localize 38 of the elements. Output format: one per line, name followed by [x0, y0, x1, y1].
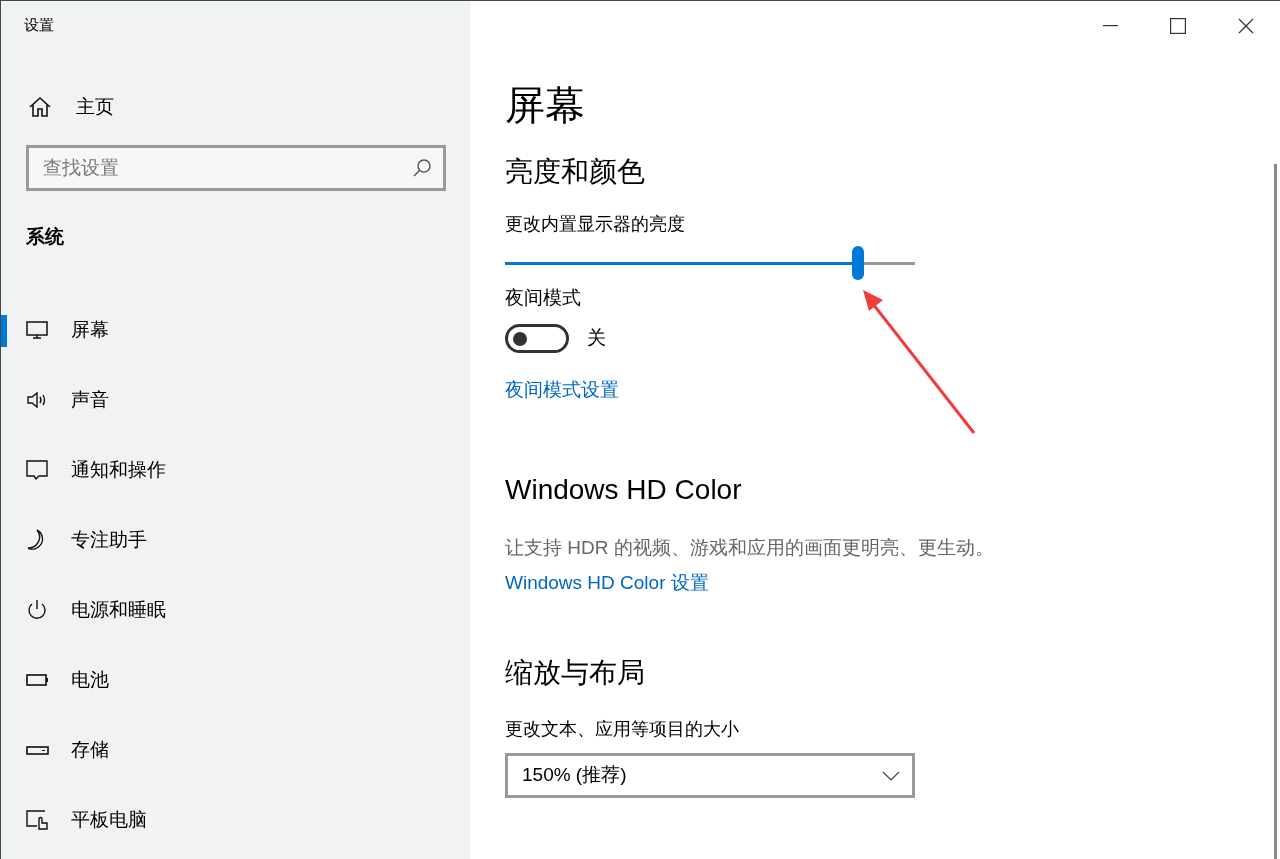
- hd-color-settings-link[interactable]: Windows HD Color 设置: [505, 569, 709, 597]
- search-field[interactable]: 查找设置: [26, 144, 446, 191]
- speech-bubble-icon: [25, 458, 49, 482]
- power-icon: [25, 598, 49, 622]
- description-text: 让支持 HDR 的视频、游戏和应用的画面更明亮、更生动。: [505, 536, 994, 560]
- nav-item[interactable]: 电池: [1, 645, 470, 715]
- section-heading: 系统: [26, 224, 64, 249]
- nav-item[interactable]: 存储: [1, 715, 470, 785]
- maximize-icon: [1170, 18, 1186, 34]
- home-icon: [28, 96, 52, 119]
- setting-label: 夜间模式: [505, 286, 581, 310]
- slider-thumb[interactable]: [851, 246, 864, 280]
- monitor-icon: [25, 318, 49, 342]
- dropdown-label: 更改文本、应用等项目的大小: [505, 718, 739, 741]
- nav-item[interactable]: 声音: [1, 365, 470, 435]
- chevron-down-icon: [882, 770, 900, 781]
- search-icon: [412, 157, 432, 178]
- toggle-switch[interactable]: [505, 324, 569, 353]
- nav-item[interactable]: 屏幕: [1, 295, 470, 365]
- window-title: 设置: [24, 15, 54, 35]
- page-title: 屏幕: [505, 82, 585, 129]
- slider-label: 更改内置显示器的亮度: [505, 213, 685, 236]
- tablet-icon: [25, 808, 49, 832]
- scrollbar[interactable]: [1274, 164, 1277, 859]
- night-light-settings-link[interactable]: 夜间模式设置: [505, 376, 619, 404]
- section-heading: 缩放与布局: [505, 656, 645, 690]
- scale-dropdown[interactable]: 150% (推荐): [505, 753, 915, 798]
- toggle-state: 关: [587, 326, 606, 351]
- section-heading: 亮度和颜色: [505, 155, 645, 189]
- nav-item[interactable]: 通知和操作: [1, 435, 470, 505]
- nav-item[interactable]: 平板电脑: [1, 785, 470, 855]
- nav-item[interactable]: 电源和睡眠: [1, 575, 470, 645]
- close-icon: [1238, 18, 1254, 34]
- nav-item[interactable]: 专注助手: [1, 505, 470, 575]
- home-link[interactable]: 主页: [25, 93, 114, 122]
- section-heading: Windows HD Color: [505, 473, 742, 507]
- minimize-icon: [1102, 25, 1118, 27]
- brightness-slider[interactable]: [505, 245, 915, 281]
